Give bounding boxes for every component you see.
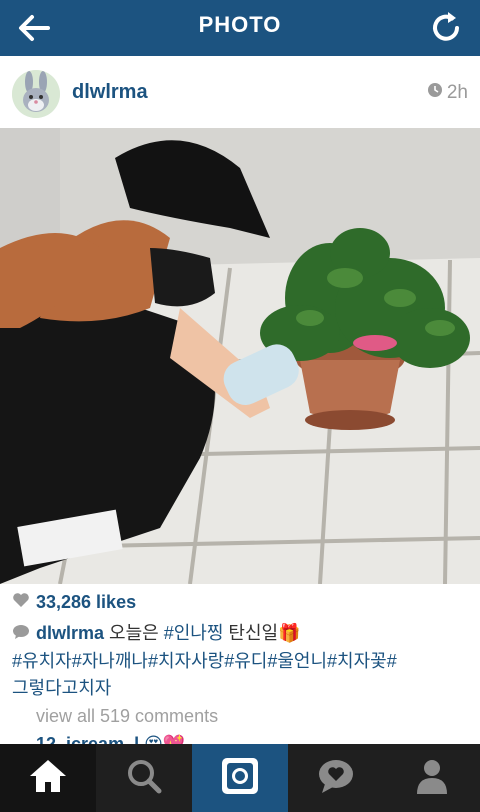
heart-icon — [12, 592, 30, 613]
tab-search[interactable] — [96, 744, 192, 812]
top-bar: PHOTO — [0, 0, 480, 56]
home-icon — [27, 756, 69, 801]
view-all-comments[interactable]: view all 519 comments — [36, 706, 218, 727]
profile-icon — [414, 756, 450, 801]
tab-profile[interactable] — [384, 744, 480, 812]
tab-camera[interactable] — [192, 744, 288, 812]
caption-username[interactable]: dlwlrma — [36, 623, 104, 643]
comment-icon — [12, 621, 30, 648]
camera-icon — [219, 755, 261, 802]
caption-text-2: 탄신일🎁 — [223, 623, 301, 643]
activity-icon — [315, 756, 357, 801]
post-photo-image — [0, 128, 480, 584]
post-photo[interactable] — [0, 128, 480, 584]
search-icon — [124, 756, 164, 801]
clock-icon — [427, 82, 443, 104]
post-header: dlwlrma 2h — [0, 56, 480, 128]
refresh-icon[interactable] — [426, 8, 466, 48]
post-time-text: 2h — [446, 82, 468, 103]
likes-count: 33,286 likes — [36, 592, 137, 612]
tab-home[interactable] — [0, 744, 96, 812]
page-title: PHOTO — [198, 12, 282, 37]
caption-hashtag-end[interactable]: 그렇다고치자 — [12, 678, 111, 698]
avatar[interactable] — [12, 70, 60, 118]
post-caption: dlwlrma 오늘은 #인나찡 탄신일🎁 #유치자#자나깨나#치자사랑#유디#… — [12, 620, 472, 702]
post-username[interactable]: dlwlrma — [72, 81, 148, 104]
caption-hashtag[interactable]: #인나찡 — [164, 623, 224, 643]
tab-activity[interactable] — [288, 744, 384, 812]
bottom-tab-bar — [0, 744, 480, 812]
caption-text: 오늘은 — [104, 623, 164, 643]
caption-hashtags[interactable]: #유치자#자나깨나#치자사랑#유디#울언니#치자꽃# — [12, 651, 397, 671]
likes-row[interactable]: 33,286 likes — [12, 592, 136, 613]
post-time: 2h — [427, 82, 468, 104]
